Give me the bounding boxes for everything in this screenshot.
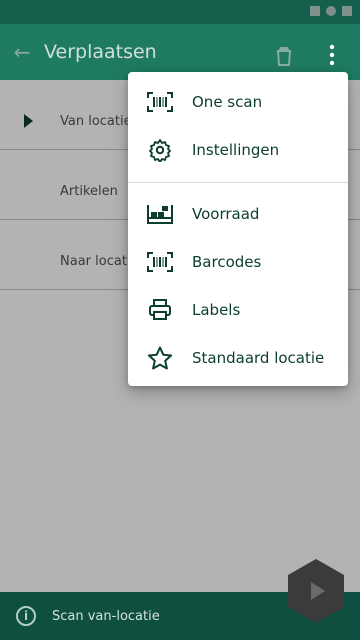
gear-icon — [128, 138, 192, 162]
menu-item-labels[interactable]: Labels — [128, 286, 348, 334]
info-icon[interactable]: i — [16, 606, 36, 626]
status-bar — [0, 0, 360, 24]
menu-item-instellingen[interactable]: Instellingen — [128, 126, 348, 174]
page-title: Verplaatsen — [44, 41, 157, 63]
overflow-menu: One scan Instellingen Voorraad Barcodes … — [128, 72, 348, 386]
back-arrow-icon[interactable]: ← — [0, 40, 44, 64]
trash-icon[interactable] — [272, 44, 296, 72]
menu-item-label: Labels — [192, 301, 241, 319]
menu-item-label: One scan — [192, 93, 263, 111]
menu-item-standaard-locatie[interactable]: Standaard locatie — [128, 334, 348, 382]
barcode-scan-icon — [128, 252, 192, 272]
battery-icon — [342, 6, 352, 16]
menu-item-one-scan[interactable]: One scan — [128, 78, 348, 126]
menu-item-barcodes[interactable]: Barcodes — [128, 238, 348, 286]
printer-icon — [128, 299, 192, 321]
star-icon — [128, 346, 192, 370]
warehouse-shelf-icon — [128, 204, 192, 224]
scan-status-text: Scan van-locatie — [52, 608, 160, 624]
wifi-icon — [326, 6, 336, 16]
more-vert-icon[interactable] — [326, 44, 338, 70]
play-icon — [311, 582, 325, 600]
signal-icon — [310, 6, 320, 16]
menu-item-label: Voorraad — [192, 205, 260, 223]
menu-item-voorraad[interactable]: Voorraad — [128, 190, 348, 238]
menu-divider — [128, 182, 348, 183]
menu-item-label: Standaard locatie — [192, 349, 325, 367]
menu-item-label: Instellingen — [192, 141, 280, 159]
menu-item-label: Barcodes — [192, 253, 262, 271]
barcode-scan-icon — [128, 92, 192, 112]
